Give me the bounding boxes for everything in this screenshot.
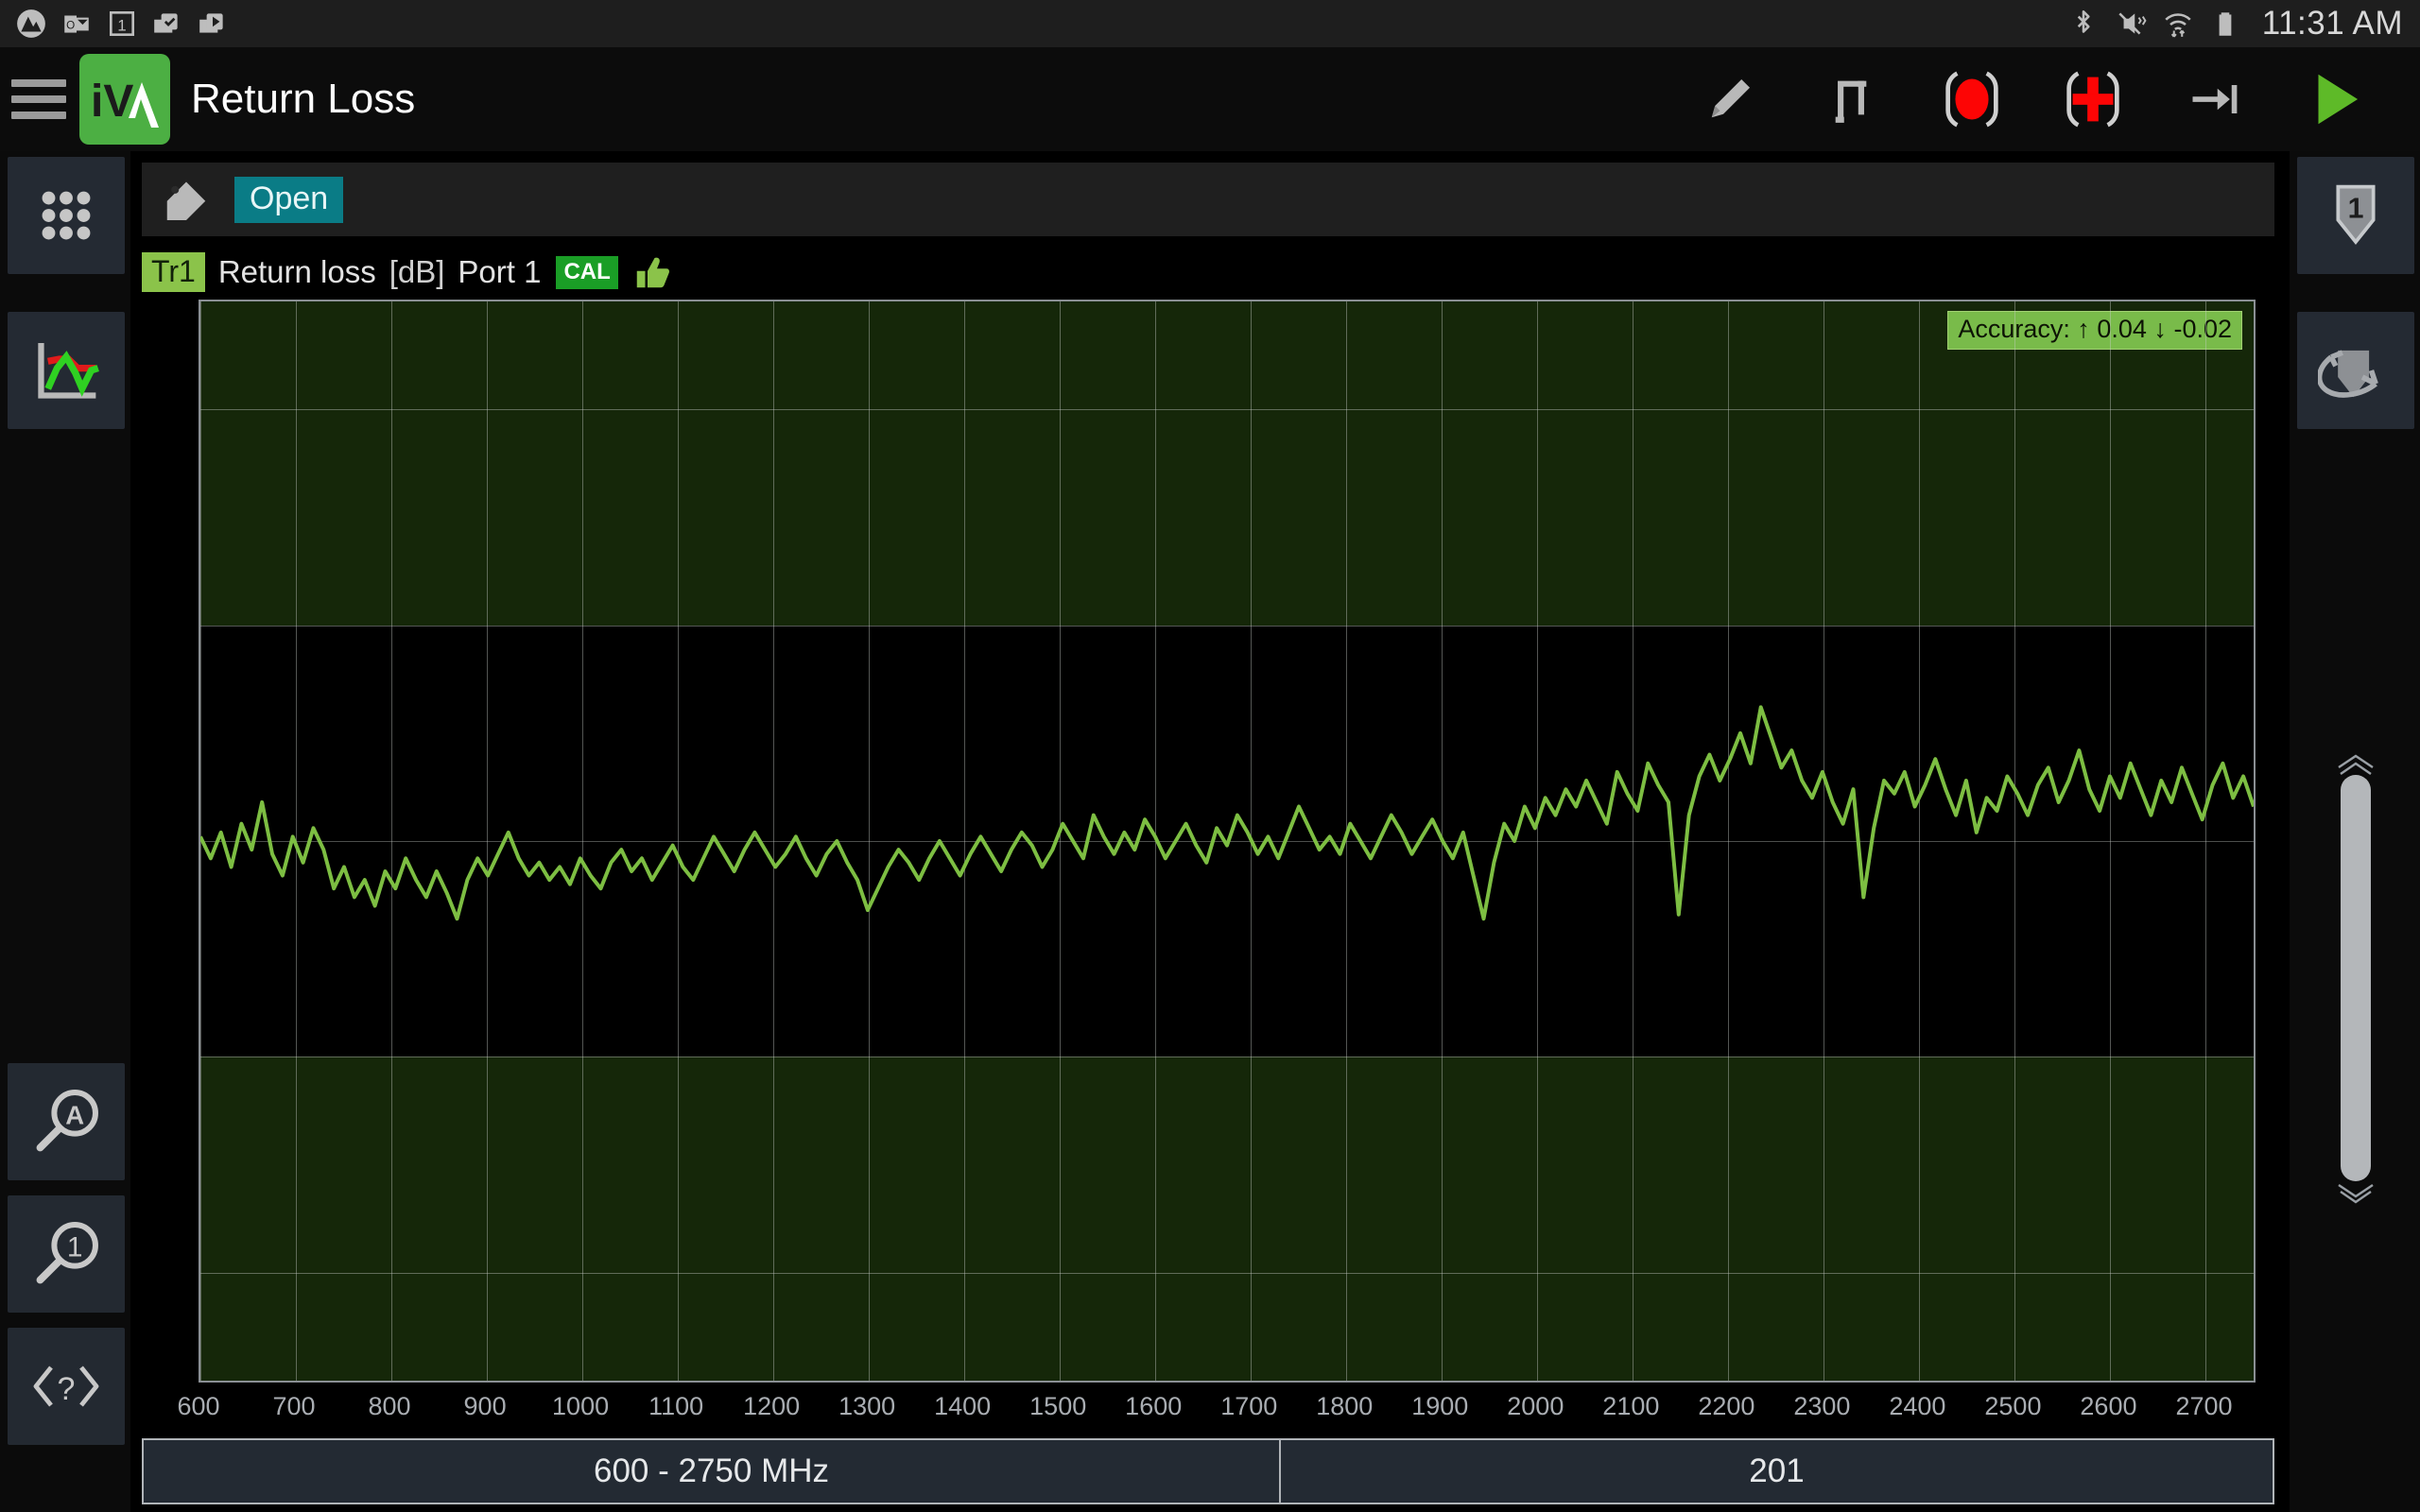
marker-rotate-icon [2318, 350, 2378, 398]
x-axis-tick-label: 1500 [1029, 1392, 1087, 1420]
x-axis-tick-label: 2400 [1889, 1392, 1946, 1420]
sidebar-item-zoom-trace-1[interactable]: 1 [8, 1195, 125, 1313]
x-axis-tick-label: 2000 [1507, 1392, 1564, 1420]
trace-svg [200, 705, 2254, 921]
x-axis-tick-label: 2200 [1698, 1392, 1755, 1420]
app-root: O 1 11:31 AM iV Return Loss A 1 ? 1 Open… [0, 0, 2420, 1512]
angle-question-icon: ? [33, 1366, 99, 1407]
marker-1-button[interactable]: 1 [2297, 157, 2414, 274]
x-axis-tick-label: 1900 [1411, 1392, 1469, 1420]
page-title: Return Loss [191, 76, 416, 122]
plot-wrapper: 0.10.050-0.05-0.1 Accuracy: ↑ 0.04 ↓ -0.… [130, 298, 2290, 1512]
record-button[interactable] [1911, 47, 2032, 151]
trace-chart-icon [38, 343, 99, 399]
bottom-status-bar: 600 - 2750 MHz 201 [142, 1438, 2274, 1504]
wifi-data-icon [2165, 13, 2191, 38]
app-title-bar: iV Return Loss [0, 47, 2420, 151]
svg-text:A: A [65, 1100, 84, 1129]
status-bar-clock: 11:31 AM [2261, 5, 2403, 42]
trace-header: Tr1 Return loss [dB] Port 1 CAL [142, 246, 671, 299]
x-axis-tick-label: 2300 [1793, 1392, 1851, 1420]
vertical-scale-slider[interactable] [2341, 775, 2371, 1181]
outlook-icon: O [64, 15, 89, 33]
x-axis-tick-label: 1100 [648, 1392, 704, 1420]
x-axis-tick-label: 1000 [552, 1392, 610, 1420]
svg-text:1: 1 [67, 1231, 83, 1263]
magnifier-one-icon: 1 [36, 1222, 98, 1284]
tag-icon[interactable] [161, 174, 212, 225]
mountain-app-icon [17, 9, 45, 38]
sidebar-item-autoscale[interactable]: A [8, 1063, 125, 1180]
tag-chip-open[interactable]: Open [234, 176, 344, 223]
plot-area[interactable]: Accuracy: ↑ 0.04 ↓ -0.02 [199, 300, 2256, 1383]
svg-text:iV: iV [91, 77, 133, 127]
status-bar-system-icons: 11:31 AM [2067, 5, 2420, 43]
hamburger-menu-icon[interactable] [11, 79, 66, 119]
briefcase-check-icon [154, 13, 178, 33]
step-waveform-icon [1835, 80, 1867, 123]
frequency-range-button[interactable]: 600 - 2750 MHz [142, 1438, 1280, 1504]
slider-down-chevrons-icon [2338, 1184, 2374, 1204]
x-axis-tick-label: 900 [463, 1392, 507, 1420]
x-axis-tick-label: 600 [177, 1392, 220, 1420]
briefcase-play-icon [199, 13, 223, 33]
mute-vibrate-icon [2118, 12, 2147, 35]
battery-icon [2219, 12, 2232, 36]
x-axis-tick-label: 700 [272, 1392, 316, 1420]
android-status-bar: O 1 11:31 AM [0, 0, 2420, 47]
run-button[interactable] [2274, 47, 2395, 151]
app-logo-iva[interactable]: iV [79, 54, 170, 145]
x-axis-tick-label: 2500 [1984, 1392, 2042, 1420]
step-waveform-button[interactable] [1790, 47, 1911, 151]
left-sidebar: A 1 ? [0, 151, 130, 1512]
grid-nine-dots-icon [42, 191, 91, 240]
thumbs-up-icon [636, 257, 669, 288]
slider-up-chevrons-icon [2338, 754, 2374, 775]
x-axis-labels: 600 700 800 900 1000 1100 1200 1300 1400 1500 1600… [177, 1386, 2256, 1434]
record-circle-icon [1945, 71, 1998, 128]
x-axis-tick-label: 1300 [838, 1392, 896, 1420]
cal-badge: CAL [556, 255, 618, 289]
x-axis-tick-label: 1200 [743, 1392, 801, 1420]
x-axis-tick-label: 2100 [1602, 1392, 1660, 1420]
sidebar-item-apps[interactable] [8, 157, 125, 274]
trace-port: Port 1 [458, 254, 542, 289]
trace-name: Return loss [217, 254, 376, 289]
trace-badge[interactable]: Tr1 [142, 252, 205, 292]
right-sidebar: 1 [2290, 151, 2420, 1512]
tag-bar: Open [142, 163, 2274, 236]
main-panel: Open Tr1 Return loss [dB] Port 1 CAL 0.1… [130, 151, 2290, 1512]
trace-line-1 [200, 705, 2254, 921]
marker-search-button[interactable] [2297, 312, 2414, 429]
arrow-to-bar-icon [2192, 85, 2238, 113]
single-sweep-button[interactable] [2153, 47, 2274, 151]
x-axis-tick-label: 1700 [1220, 1392, 1278, 1420]
bluetooth-icon [2077, 9, 2090, 33]
add-trace-button[interactable] [2032, 47, 2153, 151]
trace-unit: [dB] [389, 254, 445, 289]
pencil-icon [1711, 79, 1750, 118]
magnifier-a-icon: A [36, 1090, 98, 1152]
x-axis-tick-label: 1600 [1125, 1392, 1183, 1420]
play-triangle-icon [2318, 74, 2359, 125]
points-button[interactable]: 201 [1280, 1438, 2274, 1504]
x-axis-tick-label: 2700 [2175, 1392, 2233, 1420]
status-bar-notifications: O 1 [0, 8, 229, 40]
calendar-one-icon: 1 [109, 10, 135, 37]
svg-text:?: ? [58, 1371, 76, 1407]
x-axis-tick-label: 2600 [2080, 1392, 2137, 1420]
sidebar-item-trace[interactable] [8, 312, 125, 429]
toolbar-actions [1669, 47, 2420, 151]
svg-text:O: O [66, 19, 75, 31]
svg-text:1: 1 [117, 16, 126, 34]
sidebar-item-help[interactable]: ? [8, 1328, 125, 1445]
x-axis-tick-label: 800 [368, 1392, 411, 1420]
marker-pin-one-icon: 1 [2336, 184, 2376, 245]
plus-icon [2066, 71, 2119, 128]
svg-text:1: 1 [2348, 193, 2364, 224]
edit-pencil-button[interactable] [1669, 47, 1790, 151]
x-axis-tick-label: 1400 [934, 1392, 992, 1420]
x-axis-tick-label: 1800 [1316, 1392, 1374, 1420]
